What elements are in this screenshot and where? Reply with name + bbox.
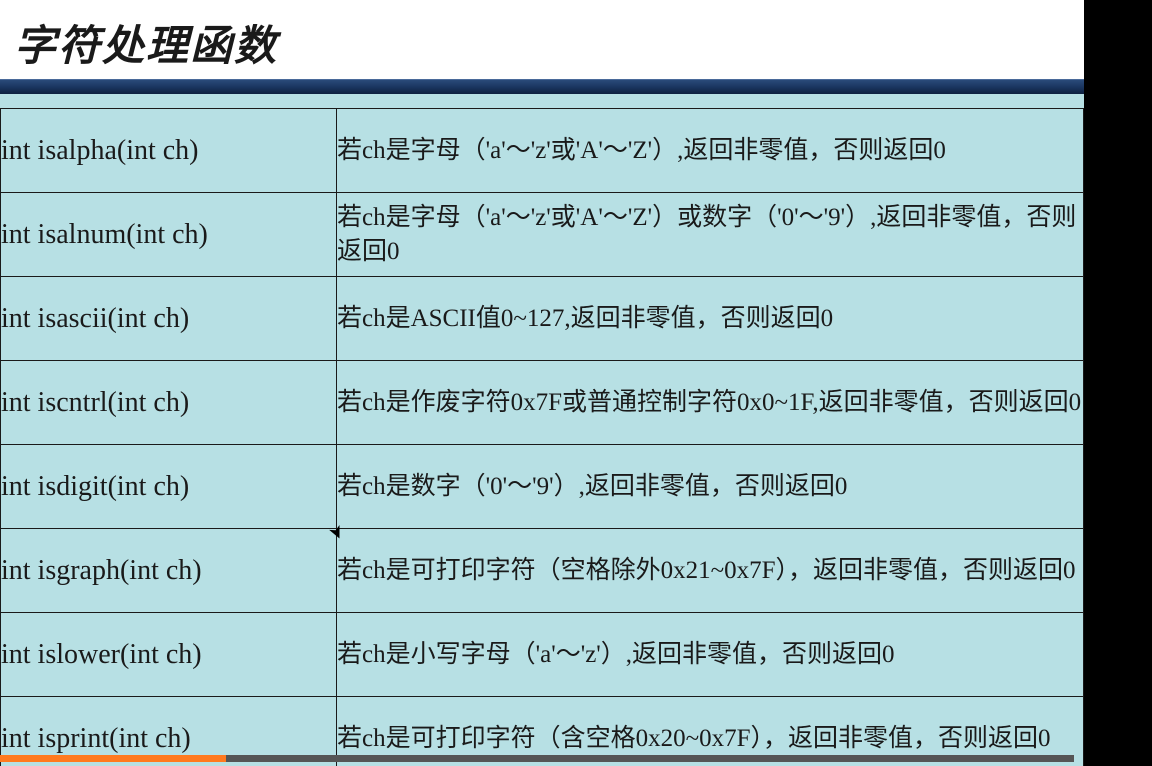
slide: 字符处理函数 int isalpha(int ch) 若ch是字母（'a'～'z… bbox=[0, 0, 1084, 762]
function-signature: int isascii(int ch) bbox=[1, 277, 337, 361]
function-signature: int isdigit(int ch) bbox=[1, 445, 337, 529]
title-underline-bar bbox=[0, 79, 1084, 94]
function-description: 若ch是作废字符0x7F或普通控制字符0x0~1F,返回非零值，否则返回0 bbox=[337, 361, 1084, 445]
video-progress-track[interactable] bbox=[0, 755, 1074, 762]
page-title: 字符处理函数 bbox=[0, 0, 1084, 79]
right-black-strip bbox=[1084, 0, 1152, 766]
function-description: 若ch是小写字母（'a'～'z'）,返回非零值，否则返回0 bbox=[337, 613, 1084, 697]
spacer bbox=[0, 94, 1084, 108]
function-signature: int islower(int ch) bbox=[1, 613, 337, 697]
table-row: int isalpha(int ch) 若ch是字母（'a'～'z'或'A'～'… bbox=[1, 109, 1084, 193]
table-row: int isascii(int ch) 若ch是ASCII值0~127,返回非零… bbox=[1, 277, 1084, 361]
table-row: int isdigit(int ch) 若ch是数字（'0'～'9'）,返回非零… bbox=[1, 445, 1084, 529]
function-description: 若ch是数字（'0'～'9'）,返回非零值，否则返回0 bbox=[337, 445, 1084, 529]
function-signature: int isalnum(int ch) bbox=[1, 193, 337, 277]
table-row: int iscntrl(int ch) 若ch是作废字符0x7F或普通控制字符0… bbox=[1, 361, 1084, 445]
function-description: 若ch是ASCII值0~127,返回非零值，否则返回0 bbox=[337, 277, 1084, 361]
table-row: int isgraph(int ch) 若ch是可打印字符（空格除外0x21~0… bbox=[1, 529, 1084, 613]
function-signature: int iscntrl(int ch) bbox=[1, 361, 337, 445]
function-description: 若ch是字母（'a'～'z'或'A'～'Z'）或数字（'0'～'9'）,返回非零… bbox=[337, 193, 1084, 277]
function-signature: int isalpha(int ch) bbox=[1, 109, 337, 193]
video-progress-fill bbox=[0, 755, 226, 762]
table-row: int islower(int ch) 若ch是小写字母（'a'～'z'）,返回… bbox=[1, 613, 1084, 697]
function-description: 若ch是字母（'a'～'z'或'A'～'Z'）,返回非零值，否则返回0 bbox=[337, 109, 1084, 193]
function-description: 若ch是可打印字符（空格除外0x21~0x7F），返回非零值，否则返回0 bbox=[337, 529, 1084, 613]
function-signature: int isgraph(int ch) bbox=[1, 529, 337, 613]
table-row: int isalnum(int ch) 若ch是字母（'a'～'z'或'A'～'… bbox=[1, 193, 1084, 277]
functions-table: int isalpha(int ch) 若ch是字母（'a'～'z'或'A'～'… bbox=[0, 108, 1084, 766]
